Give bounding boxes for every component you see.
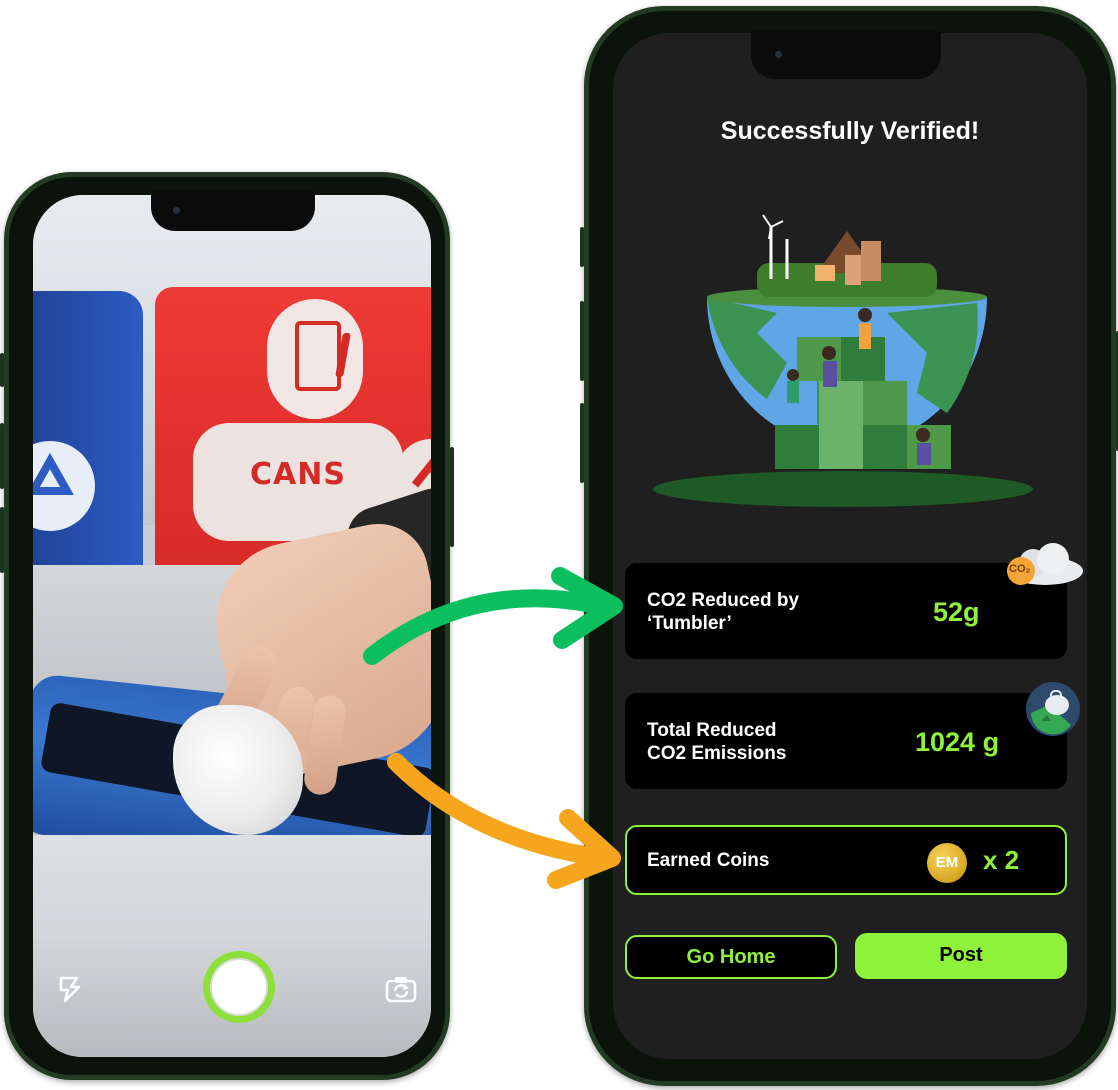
green-arrow (363, 567, 623, 665)
flow-arrows (363, 567, 623, 889)
orange-arrow (387, 753, 621, 889)
